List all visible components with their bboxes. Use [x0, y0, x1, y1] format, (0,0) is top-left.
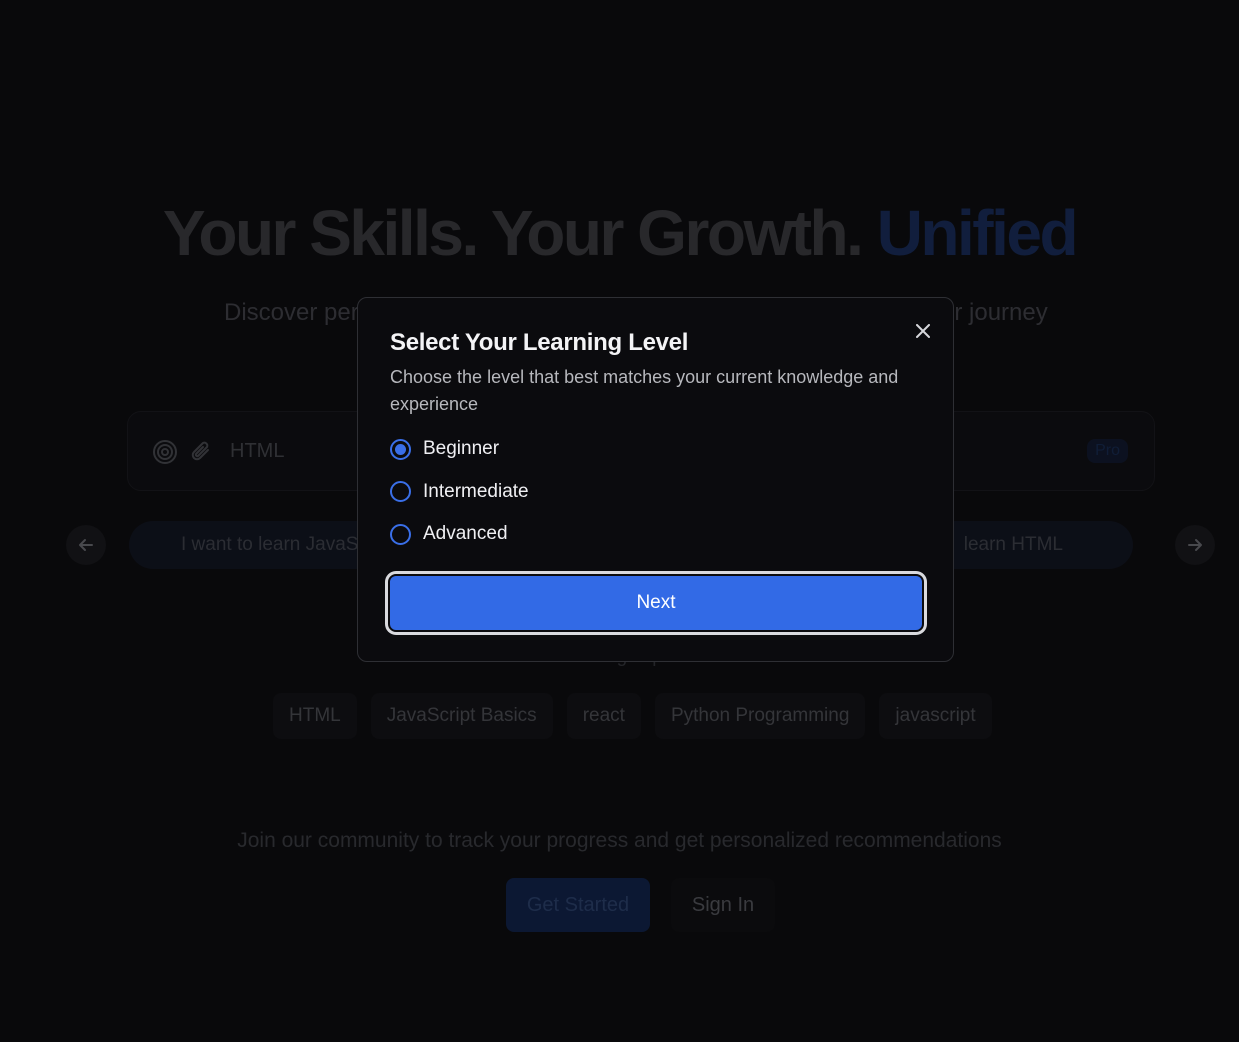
level-radio-group: Beginner Intermediate Advanced [390, 437, 529, 565]
radio-button[interactable] [390, 438, 411, 460]
radio-selected-dot [395, 443, 406, 455]
radio-button[interactable] [390, 523, 411, 545]
radio-label: Beginner [423, 438, 500, 459]
radio-label: Intermediate [423, 480, 529, 502]
dialog-title: Select Your Learning Level [390, 329, 689, 356]
radio-option-beginner[interactable]: Beginner [390, 437, 529, 461]
radio-label: Advanced [423, 523, 508, 544]
radio-button[interactable] [390, 481, 411, 502]
dialog-description: Choose the level that best matches your … [390, 367, 899, 414]
learning-level-dialog: Select Your Learning Level Choose the le… [357, 297, 954, 662]
next-button[interactable]: Next [388, 574, 924, 632]
radio-option-advanced[interactable]: Advanced [390, 522, 529, 546]
close-icon [916, 324, 930, 338]
close-button[interactable] [912, 320, 934, 342]
radio-option-intermediate[interactable]: Intermediate [390, 480, 529, 504]
